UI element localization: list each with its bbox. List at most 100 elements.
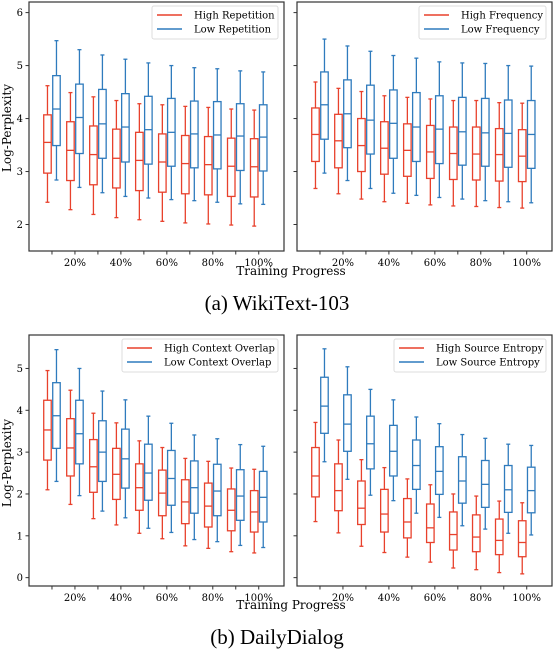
- caption-a: (a) WikiText-103: [205, 291, 350, 315]
- box-iqr: [203, 135, 213, 196]
- box-low: [434, 423, 444, 519]
- box-high: [402, 478, 412, 558]
- legend-label: Low Source Entropy: [436, 358, 540, 369]
- box-iqr: [517, 520, 527, 558]
- box-high: [111, 422, 121, 526]
- box-iqr: [494, 518, 504, 556]
- box-high: [66, 91, 75, 211]
- box-iqr: [311, 446, 320, 498]
- box-high: [448, 99, 458, 207]
- box-high: [471, 495, 481, 571]
- box-high: [517, 102, 527, 209]
- legend-label: High Repetition: [194, 11, 275, 22]
- box-iqr: [457, 456, 467, 504]
- x-tick-label: 60%: [156, 258, 178, 269]
- box-iqr: [425, 503, 435, 544]
- box-low: [189, 434, 199, 541]
- box-iqr: [43, 114, 52, 174]
- box-iqr: [66, 121, 75, 182]
- box-high: [494, 102, 504, 209]
- legend: High Frequency Low Frequency: [418, 5, 547, 40]
- box-high: [425, 484, 435, 563]
- box-high: [517, 502, 527, 575]
- legend-label: Low Frequency: [461, 25, 540, 36]
- box-high: [203, 106, 213, 225]
- box-low: [480, 62, 490, 202]
- panel-source-entropy: 20% 40% 60% 80% 100%High Source EntropyLow S…: [293, 334, 553, 604]
- box-iqr: [249, 138, 259, 198]
- box-high: [425, 98, 435, 206]
- box-iqr: [75, 399, 84, 465]
- box-low: [52, 348, 61, 483]
- ylabel-bottom: Log-Perplexity: [0, 419, 14, 507]
- box-high: [134, 103, 144, 221]
- panel-context-overlap: 01234520% 40% 60% 80% 100%High Context Overl…: [17, 334, 285, 604]
- box-iqr: [448, 511, 458, 551]
- box-iqr: [334, 463, 343, 512]
- box-high: [89, 96, 98, 216]
- box-low: [457, 433, 467, 527]
- box-low: [166, 64, 176, 201]
- box-iqr: [320, 71, 329, 140]
- x-tick-label: 60%: [424, 593, 446, 604]
- legend: High Source Entropy Low Source Entropy: [393, 338, 547, 373]
- box-high: [226, 467, 236, 553]
- x-tick-label: 80%: [202, 258, 224, 269]
- x-tick-label: 100%: [512, 593, 541, 604]
- x-tick-label: 60%: [424, 258, 446, 269]
- box-high: [89, 412, 98, 520]
- box-iqr: [75, 83, 84, 155]
- box-low: [343, 366, 352, 480]
- y-tick-label: 2: [17, 489, 23, 500]
- box-high: [249, 109, 259, 227]
- box-low: [411, 57, 421, 197]
- box-high: [43, 85, 52, 203]
- box-high: [357, 90, 366, 200]
- box-iqr: [379, 488, 389, 533]
- box-high: [66, 389, 75, 506]
- box-low: [457, 62, 467, 200]
- box-iqr: [89, 438, 98, 493]
- caption-b: (b) DailyDialog: [210, 625, 344, 649]
- box-high: [379, 95, 389, 203]
- box-iqr: [143, 443, 153, 501]
- x-tick-label: 100%: [512, 258, 541, 269]
- box-low: [503, 443, 513, 534]
- y-tick-label: 0: [17, 573, 23, 584]
- box-iqr: [366, 415, 375, 470]
- box-low: [143, 415, 153, 529]
- box-high: [494, 500, 504, 574]
- x-tick-label: 40%: [110, 258, 132, 269]
- y-tick-label: 1: [17, 531, 23, 542]
- box-iqr: [258, 104, 268, 172]
- box-iqr: [471, 514, 481, 553]
- box-high: [402, 96, 412, 204]
- xlabel-top: Training Progress: [236, 264, 345, 278]
- box-low: [366, 388, 375, 496]
- box-low: [503, 64, 513, 203]
- ylabel-top: Log-Perplexity: [0, 84, 14, 172]
- box-low: [98, 54, 107, 194]
- box-iqr: [411, 439, 421, 491]
- box-high: [203, 460, 213, 549]
- y-tick-label: 3: [17, 167, 23, 178]
- box-low: [189, 67, 199, 202]
- y-tick-label: 5: [17, 61, 23, 72]
- box-iqr: [434, 446, 444, 496]
- box-low: [98, 390, 107, 512]
- box-low: [388, 399, 398, 502]
- box-low: [526, 444, 536, 536]
- box-low: [366, 50, 375, 190]
- box-low: [320, 38, 329, 174]
- legend-label: High Source Entropy: [436, 344, 544, 355]
- box-high: [180, 457, 190, 547]
- box-high: [249, 468, 259, 554]
- x-tick-label: 40%: [378, 258, 400, 269]
- legend-label: High Context Overlap: [164, 344, 275, 355]
- box-high: [43, 369, 52, 491]
- box-low: [320, 348, 329, 463]
- box-low: [235, 443, 245, 547]
- x-tick-label: 60%: [156, 593, 178, 604]
- box-high: [226, 108, 236, 226]
- box-high: [334, 87, 343, 195]
